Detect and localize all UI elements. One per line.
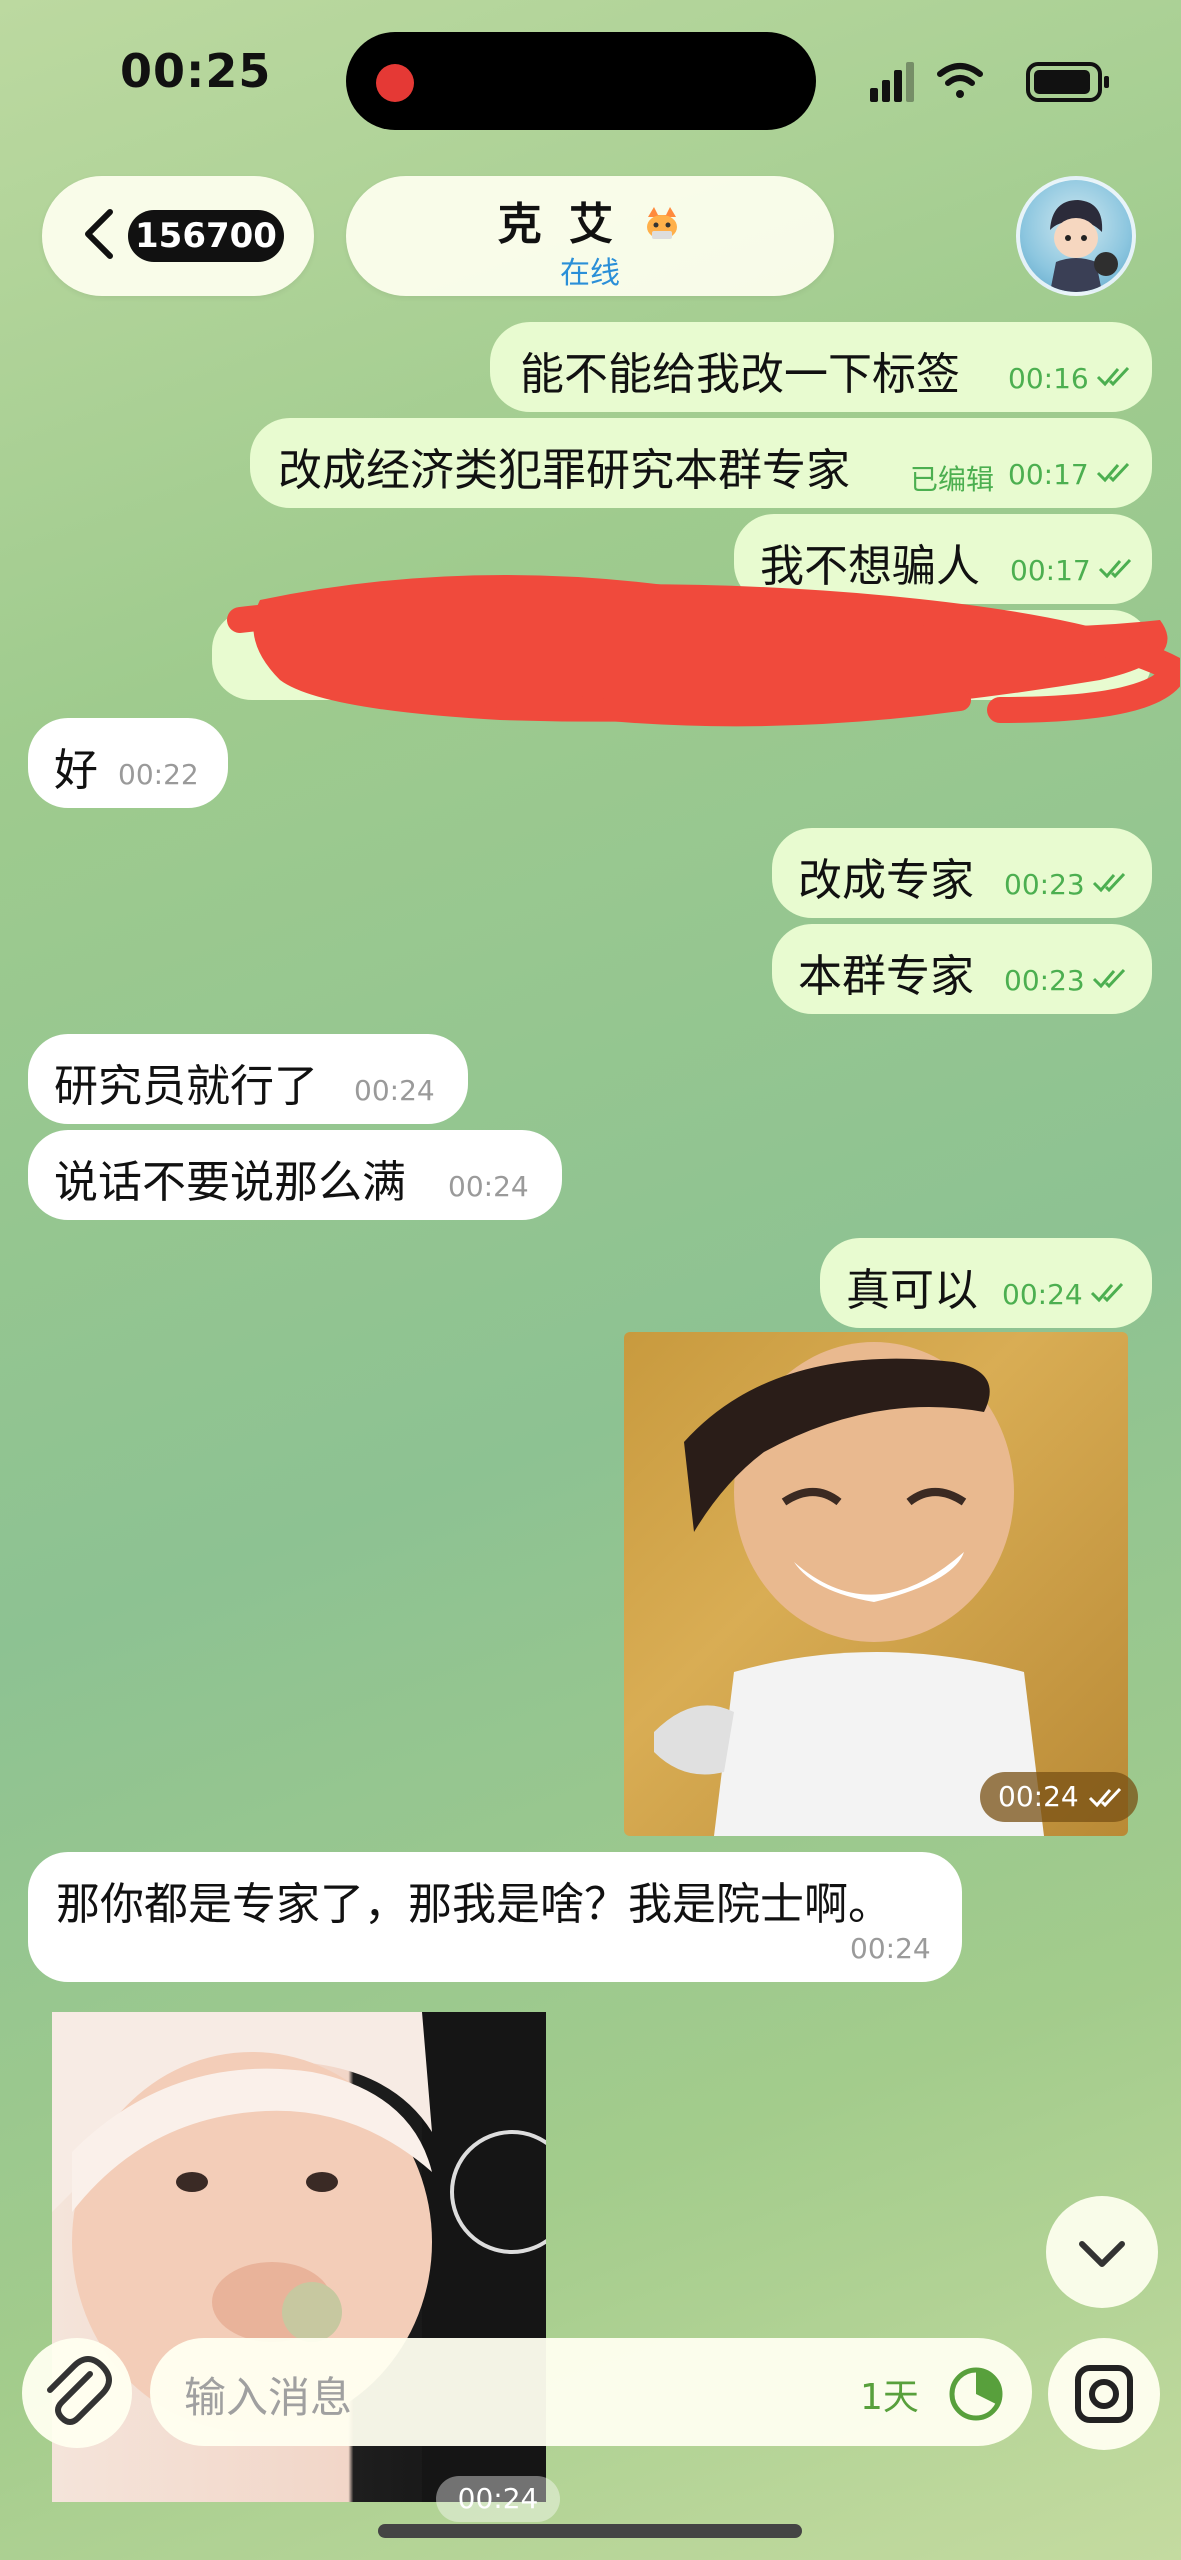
attach-button[interactable] [22, 2338, 132, 2448]
double-check-icon [1090, 1282, 1124, 1303]
message-bubble-outgoing[interactable]: 本群专家 00:23 [772, 924, 1152, 1014]
message-text: 好 [54, 745, 98, 796]
home-indicator [378, 2524, 802, 2538]
message-bubble-outgoing[interactable]: 真可以 00:24 [820, 1238, 1152, 1328]
chevron-down-icon [1079, 2241, 1125, 2267]
unread-count-badge: 156700 [128, 210, 284, 262]
dynamic-island [346, 32, 816, 130]
red-scribble-redaction [227, 575, 1180, 727]
message-time: 00:23 [1004, 964, 1085, 997]
message-text: 说话不要说那么满 [54, 1157, 406, 1208]
camera-button[interactable] [1048, 2338, 1160, 2450]
message-bubble-outgoing[interactable]: 能不能给我改一下标签 00:16 [490, 322, 1152, 412]
status-time: 00:25 [120, 44, 272, 98]
sticker-image-laughing-man[interactable] [624, 1332, 1128, 1836]
message-text: 研究员就行了 [54, 1061, 318, 1112]
chat-title-text: 克 艾 [497, 199, 619, 250]
message-time: 00:17 [1008, 458, 1089, 491]
online-status: 在线 [560, 256, 620, 291]
message-bubble-incoming[interactable]: 好 00:22 [28, 718, 228, 808]
emoji-status-icon [647, 207, 678, 239]
double-check-icon [1088, 1787, 1121, 1808]
chevron-left-icon [85, 209, 113, 259]
avatar[interactable] [1016, 176, 1136, 296]
double-check-icon [1096, 462, 1130, 483]
message-bubble-incoming[interactable]: 研究员就行了 00:24 [28, 1034, 468, 1124]
message-time: 00:24 [448, 1170, 529, 1203]
status-icons [870, 62, 1109, 102]
message-input-placeholder: 输入消息 [184, 2373, 353, 2422]
message-text: 本群专家 [798, 951, 974, 1002]
chat-title: 克 艾 [346, 188, 834, 252]
avatar-illustration [1050, 200, 1118, 292]
double-check-icon [1092, 872, 1126, 893]
message-bubble-outgoing[interactable]: 改成专家 00:23 [772, 828, 1152, 918]
sticker-timestamp: 00:24 [980, 1772, 1138, 1822]
message-time: 00:22 [118, 758, 199, 791]
message-bubble-incoming[interactable]: 那你都是专家了，那我是啥？我是院士啊。 00:24 [28, 1852, 962, 1982]
self-destruct-timer-label[interactable]: 1天 [860, 2368, 919, 2420]
message-bubble-incoming[interactable]: 说话不要说那么满 00:24 [28, 1130, 562, 1220]
recording-indicator-icon [376, 64, 414, 102]
message-text: 真可以 [846, 1265, 978, 1316]
message-time: 00:24 [436, 2476, 560, 2522]
message-time: 00:23 [1004, 868, 1085, 901]
wifi-icon [937, 63, 983, 98]
paperclip-icon [47, 2356, 112, 2425]
message-time: 00:16 [1008, 362, 1089, 395]
scroll-to-bottom-button[interactable] [1046, 2196, 1158, 2308]
message-text: 改成经济类犯罪研究本群专家 [278, 445, 850, 496]
camera-icon [1075, 2365, 1133, 2423]
timer-icon[interactable] [944, 2360, 1008, 2424]
double-check-icon [1096, 366, 1130, 387]
message-time: 00:24 [998, 1780, 1079, 1813]
message-time: 00:24 [850, 1932, 931, 1965]
message-text: 改成专家 [798, 855, 974, 906]
sticker-illustration [654, 1342, 1044, 1836]
battery-icon [1026, 62, 1109, 102]
double-check-icon [1092, 968, 1126, 989]
message-text: 能不能给我改一下标签 [520, 349, 960, 400]
message-bubble-outgoing[interactable]: 改成经济类犯罪研究本群专家 已编辑 00:17 [250, 418, 1152, 508]
edited-label: 已编辑 [910, 463, 995, 496]
message-time: 00:24 [1002, 1278, 1083, 1311]
message-time: 00:24 [354, 1074, 435, 1107]
signal-icon [870, 62, 914, 102]
message-text: 那你都是专家了，那我是啥？我是院士啊。 [56, 1879, 892, 1930]
